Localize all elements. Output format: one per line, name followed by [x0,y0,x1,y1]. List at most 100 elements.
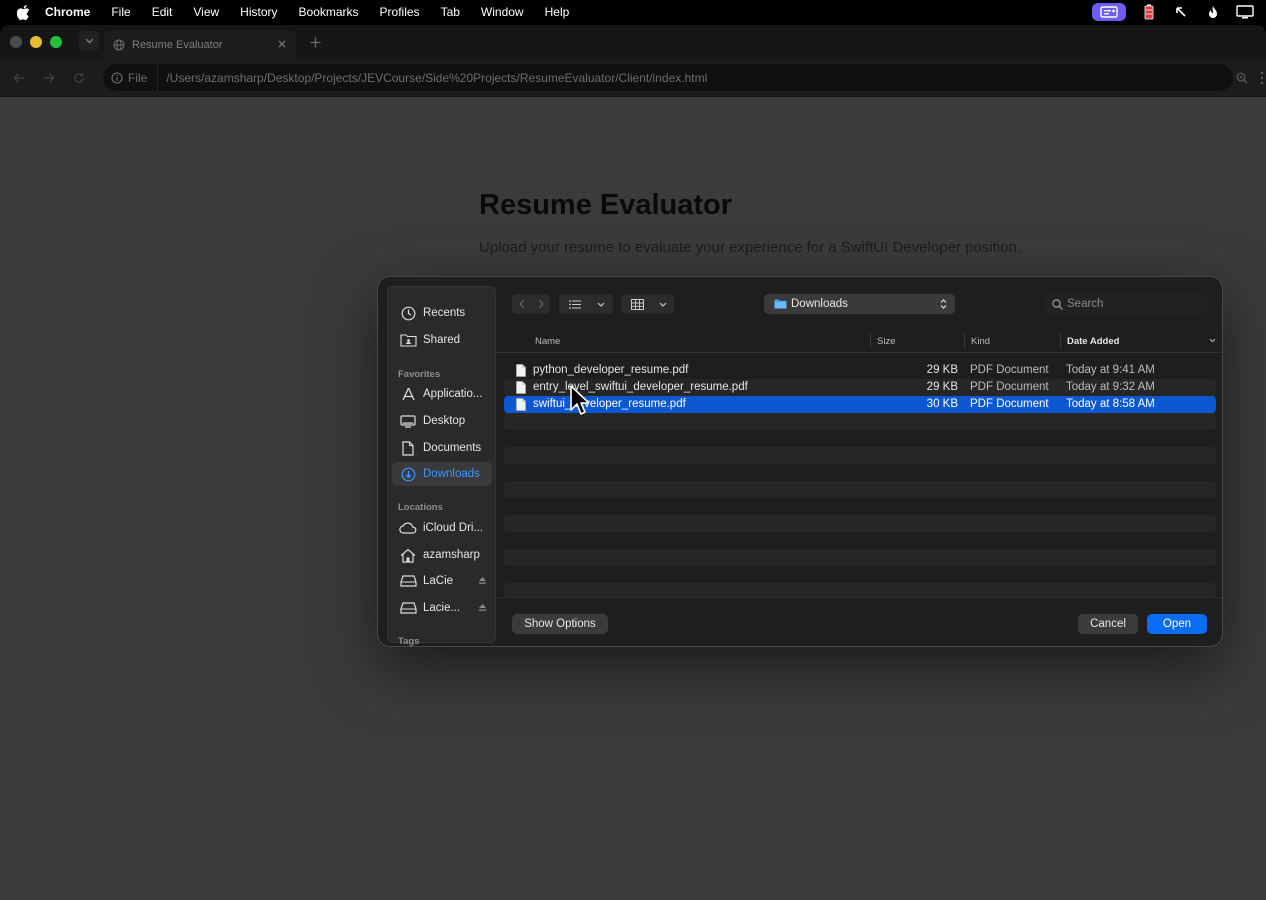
menu-window[interactable]: Window [481,5,524,19]
column-header-name[interactable]: Name [535,336,560,347]
browser-tab[interactable]: Resume Evaluator [104,30,296,59]
apple-menu-icon[interactable] [15,4,31,20]
external-drive-icon [399,599,417,617]
flame-icon[interactable] [1204,3,1222,21]
chevron-left-icon[interactable] [512,299,531,309]
show-options-button[interactable]: Show Options [512,614,608,634]
menu-profiles[interactable]: Profiles [380,5,420,19]
empty-row [504,549,1216,566]
file-row-selected[interactable]: swiftui_developer_resume.pdf 30 KB PDF D… [504,396,1216,413]
open-button[interactable]: Open [1147,614,1207,634]
menu-history[interactable]: History [240,5,277,19]
sidebar-item-home[interactable]: azamsharp [392,543,492,567]
file-open-dialog: Recents Shared Favorites Applicatio... D… [377,276,1223,647]
column-divider [964,334,965,348]
tab-search-chevron-icon[interactable] [79,31,99,51]
sidebar-item-label: Desktop [423,415,466,427]
forward-arrow-icon[interactable] [41,70,57,86]
sidebar-item-label: LaCie [423,575,454,587]
sidebar-item-documents[interactable]: Documents [392,436,492,460]
column-header-size[interactable]: Size [877,336,895,347]
chevron-down-icon[interactable] [591,302,611,307]
address-bar[interactable]: File /Users/azamsharp/Desktop/Projects/J… [103,64,1233,91]
empty-row [504,481,1216,498]
menubar-status-area [1092,0,1254,24]
menu-bookmarks[interactable]: Bookmarks [299,5,359,19]
sidebar-item-applications[interactable]: Applicatio... [392,382,492,406]
sidebar-item-label: Shared [423,334,461,346]
download-icon [399,465,417,483]
column-headers: Name Size Kind Date Added [496,329,1222,353]
url-text[interactable]: /Users/azamsharp/Desktop/Projects/JEVCou… [158,71,707,85]
menu-edit[interactable]: Edit [152,5,173,19]
info-icon [111,71,123,84]
pdf-file-icon [516,381,526,394]
close-icon[interactable] [276,38,288,50]
list-view-icon[interactable] [559,299,591,309]
sidebar-item-label: Recents [423,307,466,319]
file-size: 29 KB [926,381,958,393]
reload-icon[interactable] [71,70,87,86]
shared-folder-icon [399,331,417,349]
menu-tab[interactable]: Tab [441,5,460,19]
menu-file[interactable]: File [111,5,130,19]
grid-view-control[interactable] [621,294,674,314]
desktop-icon [399,412,417,430]
home-icon [399,546,417,564]
search-field[interactable]: Search [1044,294,1207,314]
chevron-down-icon[interactable] [653,302,673,307]
sidebar-item-label: Applicatio... [423,388,483,400]
sidebar-item-icloud[interactable]: iCloud Dri... [392,516,492,540]
empty-row [504,413,1216,430]
sidebar-item-lacie[interactable]: LaCie [392,569,492,593]
location-popup[interactable]: Downloads [764,294,955,314]
file-date-added: Today at 9:41 AM [1066,364,1155,376]
sidebar-item-label: Documents [423,442,482,454]
tags-header: Tags [398,636,420,647]
sidebar-item-downloads[interactable]: Downloads [392,462,492,486]
display-icon[interactable] [1236,3,1254,21]
back-arrow-icon[interactable] [11,70,27,86]
sidebar-item-desktop[interactable]: Desktop [392,409,492,433]
column-header-date-added[interactable]: Date Added [1067,336,1119,347]
up-down-chevron-icon [940,298,947,310]
battery-icon[interactable] [1140,3,1158,21]
sort-chevron-down-icon[interactable] [1209,338,1216,343]
chevron-right-icon[interactable] [531,299,550,309]
grid-view-icon[interactable] [621,298,653,310]
arrow-up-left-icon[interactable] [1172,3,1190,21]
menu-help[interactable]: Help [545,5,570,19]
site-info-chip[interactable]: File [103,64,159,91]
column-divider [870,334,871,348]
sidebar-item-lacie-2[interactable]: Lacie... [392,596,492,620]
more-menu-icon[interactable] [1258,70,1266,86]
menu-app-name[interactable]: Chrome [45,5,90,19]
sidebar-item-shared[interactable]: Shared [392,328,492,352]
file-name: swiftui_developer_resume.pdf [533,398,686,410]
applications-icon [399,385,417,403]
mouse-pointer-icon [570,385,589,415]
external-drive-icon [399,572,417,590]
window-maximize-button[interactable] [50,36,62,48]
eject-icon[interactable] [476,601,488,613]
list-view-control[interactable] [559,294,613,314]
screen-share-icon[interactable] [1092,3,1126,21]
zoom-icon[interactable] [1234,70,1250,86]
file-kind: PDF Document [970,364,1049,376]
empty-row [504,583,1216,597]
sidebar-item-recents[interactable]: Recents [392,301,492,325]
eject-icon[interactable] [476,574,488,586]
column-header-kind[interactable]: Kind [971,336,990,347]
cancel-button[interactable]: Cancel [1078,614,1138,634]
page-title: Resume Evaluator [479,189,733,221]
locations-header: Locations [398,502,443,513]
file-size: 30 KB [926,398,958,410]
window-close-button[interactable] [10,36,22,48]
sidebar-item-label: Downloads [423,468,480,480]
tab-title: Resume Evaluator [132,38,223,51]
file-row[interactable]: python_developer_resume.pdf 29 KB PDF Do… [504,362,1216,379]
window-minimize-button[interactable] [30,36,42,48]
file-row[interactable]: entry_level_swiftui_developer_resume.pdf… [504,379,1216,396]
plus-icon[interactable] [307,34,323,50]
menu-view[interactable]: View [193,5,219,19]
